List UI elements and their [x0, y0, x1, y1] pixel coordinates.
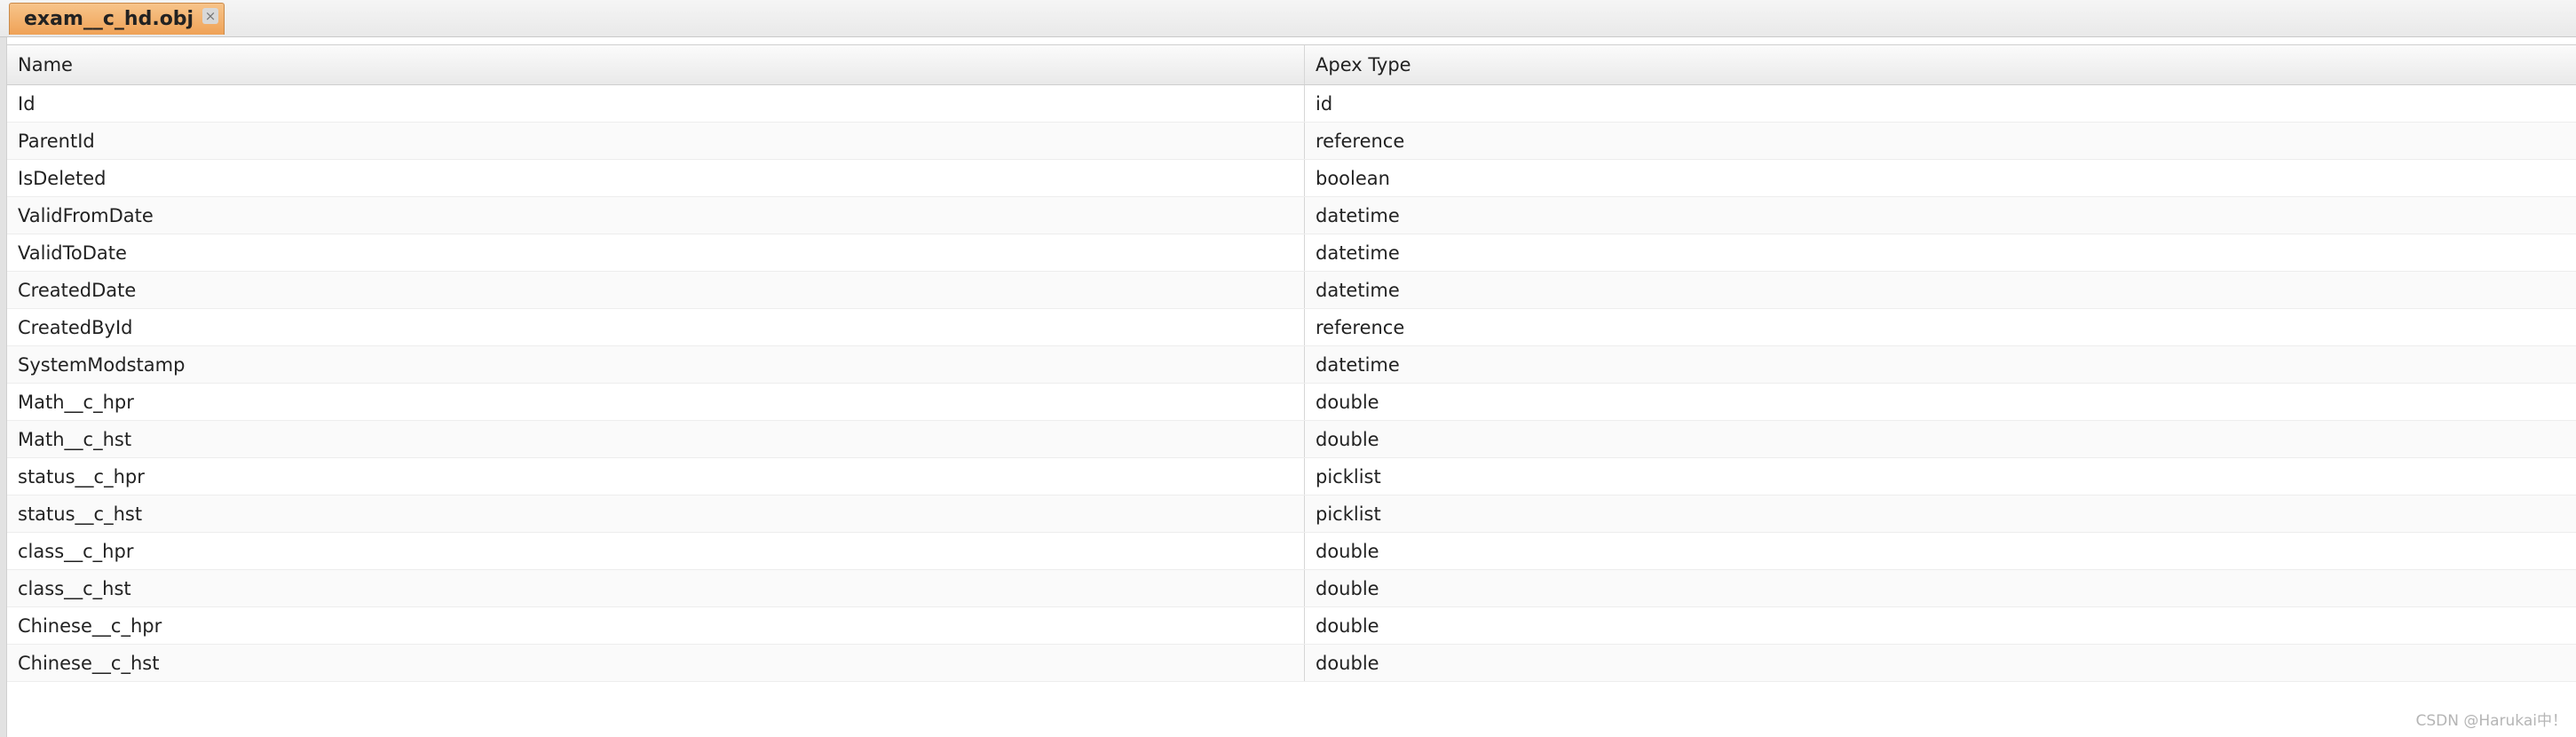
field-name-cell: ParentId [7, 123, 1305, 159]
watermark: CSDN @Harukai中！ [2415, 712, 2567, 730]
apex-type-cell: picklist [1316, 465, 1381, 487]
column-header-name[interactable]: Name [7, 45, 1305, 84]
table-body: Id id ParentId reference IsDeleted boolean Val… [7, 85, 2576, 682]
field-name-cell: ValidFromDate [7, 197, 1305, 234]
table-row[interactable]: CreatedDate datetime [7, 272, 2576, 309]
fields-table: Name Apex Type Id id ParentId reference IsDe… [7, 44, 2576, 682]
apex-type-cell: picklist [1316, 503, 1381, 525]
field-name-cell: CreatedDate [7, 272, 1305, 308]
left-gutter [0, 37, 7, 737]
table-row[interactable]: status__c_hst picklist [7, 495, 2576, 533]
table-row[interactable]: Chinese__c_hpr double [7, 607, 2576, 645]
table-row[interactable]: ValidToDate datetime [7, 234, 2576, 272]
field-name-cell: IsDeleted [7, 160, 1305, 196]
table-row[interactable]: CreatedById reference [7, 309, 2576, 346]
field-name-cell: Id [7, 85, 1305, 122]
field-name-cell: class__c_hst [7, 570, 1305, 606]
editor-tab-bar: exam__c_hd.obj × [0, 0, 2576, 37]
apex-type-cell: double [1316, 652, 1379, 674]
table-row[interactable]: IsDeleted boolean [7, 160, 2576, 197]
apex-type-cell: id [1316, 92, 1333, 115]
table-row[interactable]: Id id [7, 85, 2576, 123]
field-name-cell: CreatedById [7, 309, 1305, 345]
apex-type-cell: datetime [1316, 204, 1400, 226]
table-row[interactable]: ValidFromDate datetime [7, 197, 2576, 234]
apex-type-cell: datetime [1316, 279, 1400, 301]
table-row[interactable]: SystemModstamp datetime [7, 346, 2576, 384]
field-name-cell: ValidToDate [7, 234, 1305, 271]
apex-type-cell: double [1316, 428, 1379, 450]
apex-type-cell: reference [1316, 316, 1405, 338]
column-header-apex-type[interactable]: Apex Type [1305, 45, 2576, 84]
field-name-cell: Math__c_hst [7, 421, 1305, 457]
field-name-cell: SystemModstamp [7, 346, 1305, 383]
table-row[interactable]: ParentId reference [7, 123, 2576, 160]
field-name-cell: status__c_hpr [7, 458, 1305, 495]
apex-type-cell: double [1316, 391, 1379, 413]
field-name-cell: status__c_hst [7, 495, 1305, 532]
tab-title: exam__c_hd.obj [24, 8, 194, 30]
apex-type-cell: boolean [1316, 167, 1390, 189]
field-name-cell: class__c_hpr [7, 533, 1305, 569]
tab-exam-object[interactable]: exam__c_hd.obj × [9, 3, 225, 35]
field-name-cell: Math__c_hpr [7, 384, 1305, 420]
table-row[interactable]: class__c_hst double [7, 570, 2576, 607]
apex-type-cell: double [1316, 577, 1379, 599]
table-row[interactable]: class__c_hpr double [7, 533, 2576, 570]
apex-type-cell: datetime [1316, 353, 1400, 376]
field-name-cell: Chinese__c_hpr [7, 607, 1305, 644]
table-row[interactable]: Math__c_hpr double [7, 384, 2576, 421]
apex-type-cell: double [1316, 540, 1379, 562]
table-row[interactable]: Math__c_hst double [7, 421, 2576, 458]
table-row[interactable]: Chinese__c_hst double [7, 645, 2576, 682]
table-header: Name Apex Type [7, 44, 2576, 85]
table-row[interactable]: status__c_hpr picklist [7, 458, 2576, 495]
apex-type-cell: double [1316, 614, 1379, 637]
field-name-cell: Chinese__c_hst [7, 645, 1305, 681]
apex-type-cell: reference [1316, 130, 1405, 152]
close-icon[interactable]: × [202, 8, 219, 24]
apex-type-cell: datetime [1316, 242, 1400, 264]
